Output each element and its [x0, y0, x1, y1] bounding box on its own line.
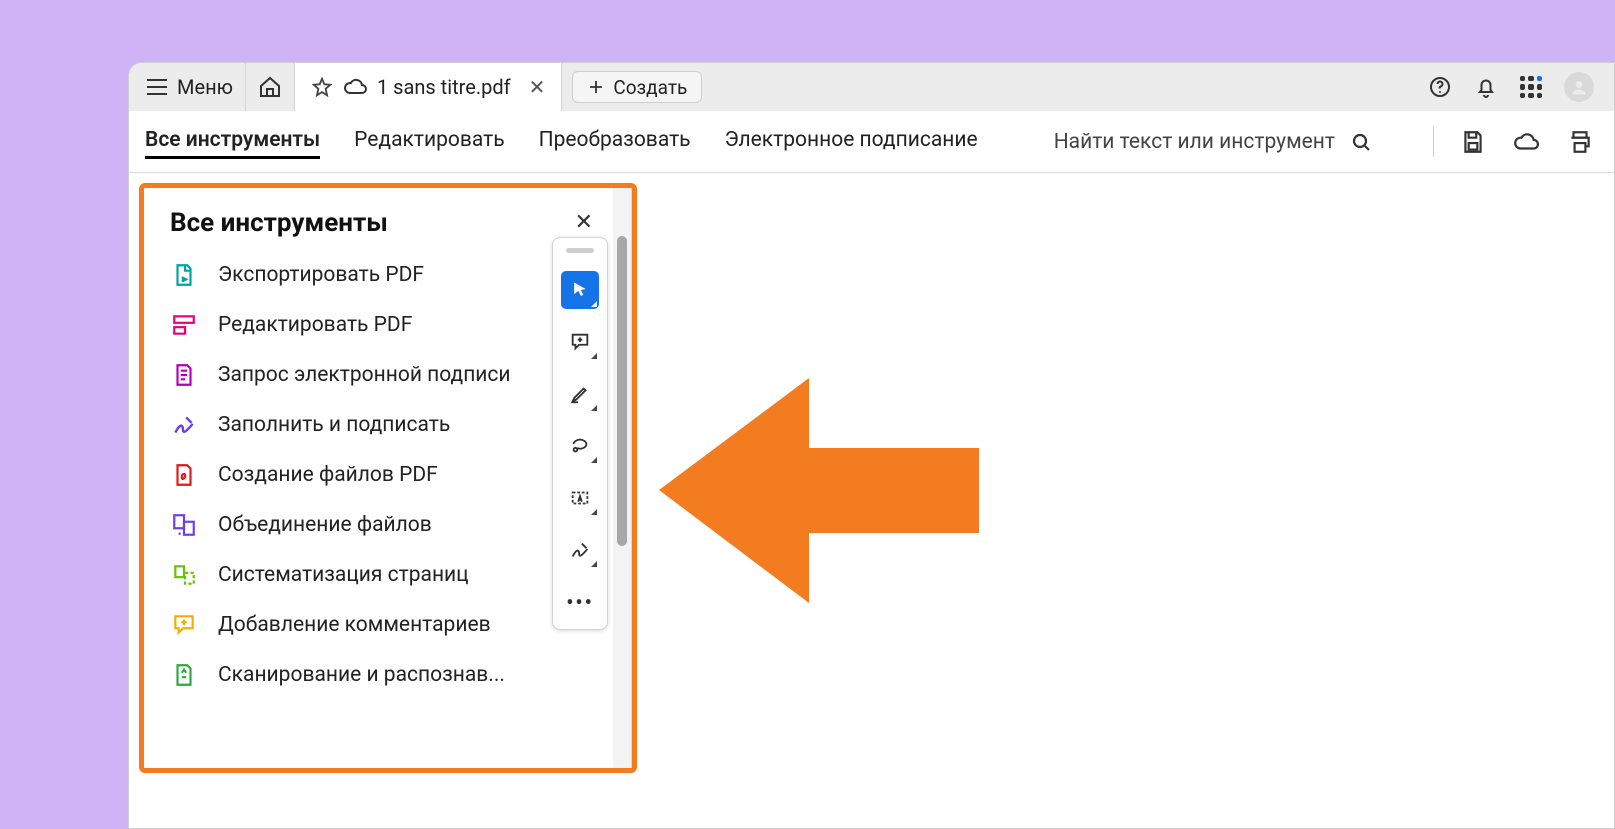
scrollbar-thumb[interactable]: [617, 236, 627, 546]
search-placeholder: Найти текст или инструмент: [1054, 130, 1335, 154]
nav-bar: Все инструменты Редактировать Преобразов…: [129, 111, 1614, 173]
toolbar-grip[interactable]: [566, 248, 594, 253]
sign-tool-button[interactable]: [561, 531, 599, 569]
search-box[interactable]: Найти текст или инструмент: [1054, 130, 1373, 154]
app-window: Меню 1 sans titre.pdf ✕ Создать: [128, 62, 1615, 829]
tool-label: Объединение файлов: [218, 513, 432, 537]
cursor-icon: [570, 280, 590, 300]
scan-ocr-icon: [170, 661, 198, 689]
all-tools-panel: Все инструменты ✕ Экспортировать PDF: [144, 188, 613, 768]
close-tab-button[interactable]: ✕: [529, 75, 546, 99]
nav-edit[interactable]: Редактировать: [354, 128, 504, 156]
add-comments-icon: [170, 611, 198, 639]
cloud-upload-icon[interactable]: [1512, 129, 1540, 155]
create-button[interactable]: Создать: [572, 71, 702, 103]
home-icon: [258, 75, 282, 99]
menu-button[interactable]: Меню: [135, 63, 246, 111]
print-icon[interactable]: [1566, 129, 1594, 155]
nav-right-icons: [1433, 127, 1594, 157]
request-esign-icon: [170, 361, 198, 389]
plus-icon: [587, 78, 605, 96]
save-file-icon[interactable]: [1460, 129, 1486, 155]
sidebar-divider: [631, 188, 632, 768]
apps-icon[interactable]: [1520, 76, 1542, 98]
edit-pdf-icon: [170, 311, 198, 339]
tool-label: Редактировать PDF: [218, 313, 412, 337]
tool-label: Создание файлов PDF: [218, 463, 438, 487]
create-label: Создать: [613, 76, 687, 99]
tool-request-esign[interactable]: Запрос электронной подписи: [170, 361, 593, 389]
ellipsis-icon: •••: [566, 590, 594, 614]
tool-label: Сканирование и распознав...: [218, 663, 505, 687]
panel-title: Все инструменты: [170, 208, 388, 238]
account-avatar[interactable]: [1564, 72, 1594, 102]
tool-combine-files[interactable]: Объединение файлов: [170, 511, 593, 539]
document-tab[interactable]: 1 sans titre.pdf ✕: [295, 63, 562, 111]
close-panel-button[interactable]: ✕: [567, 206, 601, 239]
annotation-arrow: [659, 378, 979, 603]
more-tools-button[interactable]: •••: [561, 583, 599, 621]
create-pdf-icon: [170, 461, 198, 489]
fill-sign-icon: [170, 411, 198, 439]
tool-label: Заполнить и подписать: [218, 413, 450, 437]
title-bar: Меню 1 sans titre.pdf ✕ Создать: [129, 63, 1614, 111]
tool-label: Запрос электронной подписи: [218, 363, 511, 387]
nav-esign[interactable]: Электронное подписание: [725, 128, 978, 156]
workspace: Все инструменты ✕ Экспортировать PDF: [129, 173, 1614, 828]
lasso-icon: [569, 435, 591, 457]
tool-export-pdf[interactable]: Экспортировать PDF: [170, 261, 593, 289]
comment-icon: [569, 331, 591, 353]
signature-icon: [569, 539, 591, 561]
comment-tool-button[interactable]: [561, 323, 599, 361]
help-icon[interactable]: [1428, 75, 1452, 99]
hamburger-icon: [147, 79, 167, 95]
textbox-tool-button[interactable]: [561, 479, 599, 517]
select-tool-button[interactable]: [561, 271, 599, 309]
title-right-icons: [1428, 63, 1614, 111]
tool-list: Экспортировать PDF Редактировать PDF: [170, 261, 605, 689]
tab-title: 1 sans titre.pdf: [377, 75, 511, 99]
menu-label: Меню: [177, 75, 233, 99]
tool-label: Добавление комментариев: [218, 613, 491, 637]
tool-create-pdf[interactable]: Создание файлов PDF: [170, 461, 593, 489]
nav-all-tools[interactable]: Все инструменты: [145, 125, 320, 159]
bell-icon[interactable]: [1474, 75, 1498, 99]
tool-organize-pages[interactable]: Систематизация страниц: [170, 561, 593, 589]
star-icon: [311, 76, 333, 98]
tool-edit-pdf[interactable]: Редактировать PDF: [170, 311, 593, 339]
divider: [1433, 127, 1434, 157]
tool-add-comments[interactable]: Добавление комментариев: [170, 611, 593, 639]
quick-tools-toolbar[interactable]: •••: [552, 237, 608, 630]
cloud-icon: [343, 75, 367, 99]
user-icon: [1569, 77, 1589, 97]
nav-convert[interactable]: Преобразовать: [539, 128, 691, 156]
tool-label: Экспортировать PDF: [218, 263, 424, 287]
highlighter-icon: [569, 383, 591, 405]
home-button[interactable]: [246, 63, 295, 111]
search-icon: [1349, 130, 1373, 154]
highlight-tool-button[interactable]: [561, 375, 599, 413]
tool-scan-ocr[interactable]: Сканирование и распознав...: [170, 661, 593, 689]
organize-pages-icon: [170, 561, 198, 589]
combine-files-icon: [170, 511, 198, 539]
tool-fill-sign[interactable]: Заполнить и подписать: [170, 411, 593, 439]
textbox-icon: [569, 487, 591, 509]
export-pdf-icon: [170, 261, 198, 289]
tool-label: Систематизация страниц: [218, 563, 469, 587]
draw-tool-button[interactable]: [561, 427, 599, 465]
sidebar-scrollbar[interactable]: [613, 188, 631, 768]
